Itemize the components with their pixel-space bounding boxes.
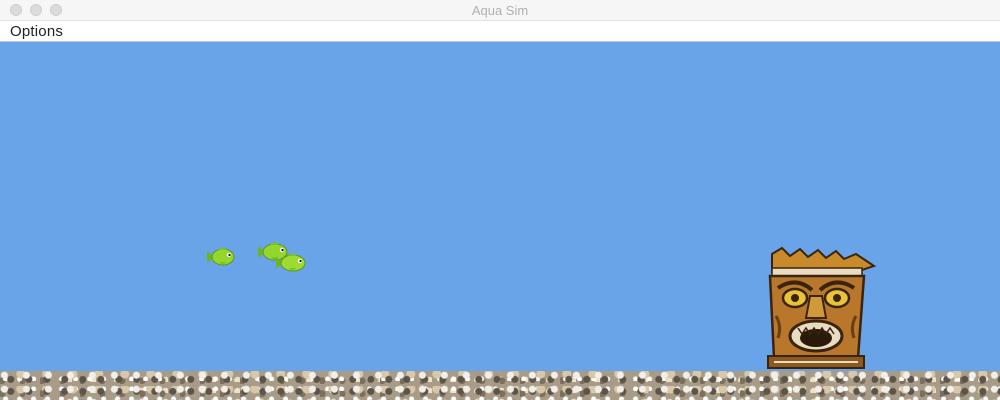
title-bar: Aqua Sim (0, 0, 1000, 21)
gravel-floor (0, 371, 1000, 400)
window-title: Aqua Sim (471, 3, 529, 18)
fish-icon (276, 253, 306, 272)
app-window: Aqua Sim Options (0, 0, 1000, 400)
tiki-statue-icon (767, 246, 877, 369)
menu-options[interactable]: Options (10, 23, 63, 40)
menu-bar: Options (0, 21, 1000, 42)
fish-icon (207, 248, 235, 266)
